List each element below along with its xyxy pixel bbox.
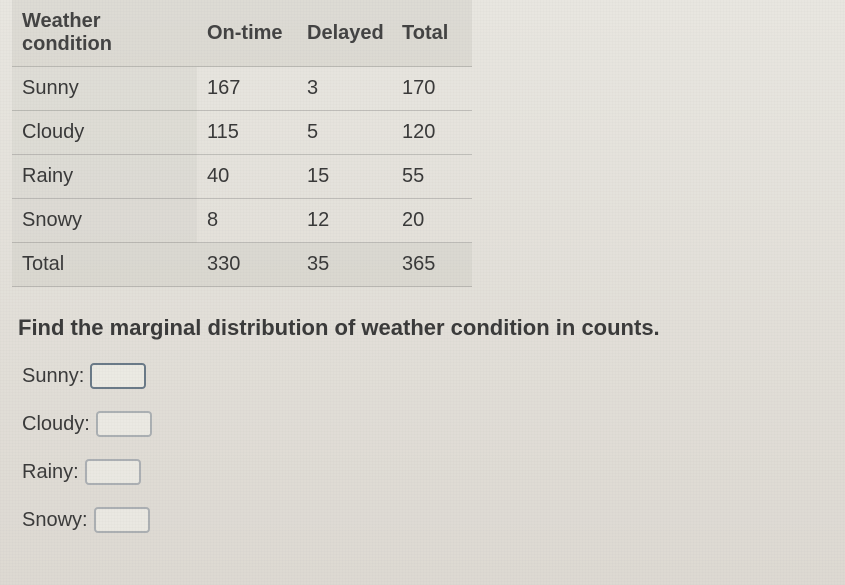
cell-ontime: 8 <box>197 199 297 243</box>
table-row: Rainy 40 15 55 <box>12 155 472 199</box>
label-rainy: Rainy: <box>22 461 79 484</box>
cell-total: 170 <box>392 67 472 111</box>
header-total: Total <box>392 0 472 67</box>
weather-table: Weather condition On-time Delayed Total … <box>12 0 472 287</box>
header-weather: Weather condition <box>12 0 197 67</box>
answers-section: Sunny: Cloudy: Rainy: Snowy: <box>0 357 845 561</box>
table-row: Cloudy 115 5 120 <box>12 111 472 155</box>
cell-delayed: 5 <box>297 111 392 155</box>
cell-total: 20 <box>392 199 472 243</box>
cell-weather: Cloudy <box>12 111 197 155</box>
cell-ontime: 115 <box>197 111 297 155</box>
cell-total: 365 <box>392 243 472 287</box>
label-snowy: Snowy: <box>22 509 88 532</box>
header-ontime: On-time <box>197 0 297 67</box>
answer-row-cloudy: Cloudy: <box>22 411 823 437</box>
snowy-input[interactable] <box>94 507 150 533</box>
cell-weather: Snowy <box>12 199 197 243</box>
cell-delayed: 12 <box>297 199 392 243</box>
rainy-input[interactable] <box>85 459 141 485</box>
data-table-container: Weather condition On-time Delayed Total … <box>0 0 845 287</box>
cell-delayed: 3 <box>297 67 392 111</box>
cell-delayed: 15 <box>297 155 392 199</box>
cell-weather: Total <box>12 243 197 287</box>
header-delayed: Delayed <box>297 0 392 67</box>
cloudy-input[interactable] <box>96 411 152 437</box>
cell-ontime: 167 <box>197 67 297 111</box>
table-row: Sunny 167 3 170 <box>12 67 472 111</box>
label-sunny: Sunny: <box>22 365 84 388</box>
question-prompt: Find the marginal distribution of weathe… <box>0 287 845 357</box>
cell-weather: Rainy <box>12 155 197 199</box>
cell-total: 55 <box>392 155 472 199</box>
cell-ontime: 330 <box>197 243 297 287</box>
cell-ontime: 40 <box>197 155 297 199</box>
table-header-row: Weather condition On-time Delayed Total <box>12 0 472 67</box>
answer-row-sunny: Sunny: <box>22 363 823 389</box>
table-row-total: Total 330 35 365 <box>12 243 472 287</box>
answer-row-rainy: Rainy: <box>22 459 823 485</box>
label-cloudy: Cloudy: <box>22 413 90 436</box>
cell-weather: Sunny <box>12 67 197 111</box>
answer-row-snowy: Snowy: <box>22 507 823 533</box>
sunny-input[interactable] <box>90 363 146 389</box>
cell-total: 120 <box>392 111 472 155</box>
cell-delayed: 35 <box>297 243 392 287</box>
table-row: Snowy 8 12 20 <box>12 199 472 243</box>
